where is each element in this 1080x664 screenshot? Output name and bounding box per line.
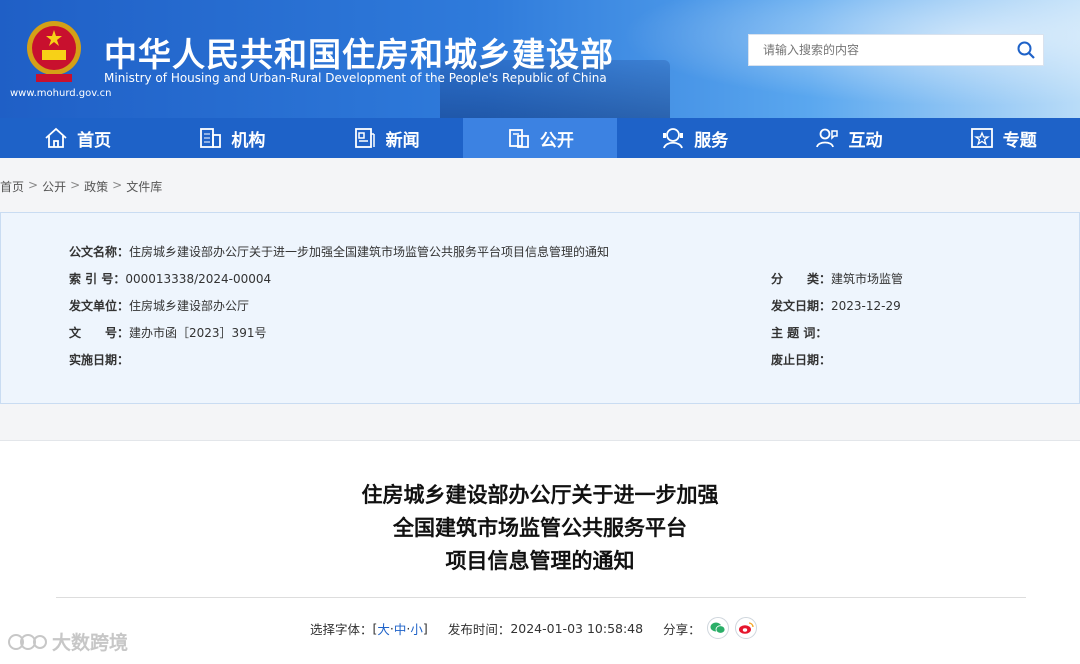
publish-time-label: 发布时间： <box>447 621 511 637</box>
site-url: www.mohurd.gov.cn <box>10 88 112 99</box>
search-box <box>748 34 1044 66</box>
article: 住房城乡建设部办公厅关于进一步加强 全国建筑市场监管公共服务平台 项目信息管理的… <box>0 440 1080 664</box>
nav-label: 新闻 <box>385 130 420 151</box>
breadcrumb-library[interactable]: 文件库 <box>126 178 162 195</box>
meta-issuer-row: 发文单位：住房城乡建设部办公厅 <box>69 297 249 314</box>
meta-label: 废止日期： <box>771 353 832 367</box>
meta-value: 000013338/2024-00004 <box>125 272 272 286</box>
nav-item-home[interactable]: 首页 <box>0 118 154 158</box>
site-title-cn[interactable]: 中华人民共和国住房和城乡建设部 <box>104 28 614 76</box>
interaction-icon <box>816 128 839 148</box>
nav-item-service[interactable]: 服务 <box>617 118 771 158</box>
meta-keywords-row: 主 题 词： <box>771 324 827 341</box>
national-emblem-icon[interactable] <box>24 18 84 88</box>
nav-label: 专题 <box>1002 130 1037 151</box>
site-title-en: Ministry of Housing and Urban-Rural Deve… <box>104 71 607 85</box>
nav-label: 公开 <box>539 130 574 151</box>
article-title-line: 项目信息管理的通知 <box>445 549 635 573</box>
meta-value: 住房城乡建设部办公厅 <box>129 299 250 313</box>
nav-label: 机构 <box>231 130 266 151</box>
article-title-line: 全国建筑市场监管公共服务平台 <box>393 516 687 540</box>
nav-item-public[interactable]: 公开 <box>462 118 618 158</box>
font-small-button[interactable]: 小 <box>410 619 423 638</box>
meta-repeal-row: 废止日期： <box>771 351 831 368</box>
news-icon <box>354 128 375 148</box>
meta-label: 索 引 号： <box>69 272 126 286</box>
nav-label: 首页 <box>77 130 112 151</box>
meta-label: 发文日期： <box>771 299 832 313</box>
breadcrumb-home[interactable]: 首页 <box>0 178 24 195</box>
main-nav: 首页 机构 新闻 公开 服务 互动 专题 <box>0 118 1080 158</box>
meta-issue-date-row: 发文日期：2023-12-29 <box>771 297 901 314</box>
font-size-label: 选择字体： <box>310 621 373 637</box>
font-medium-button[interactable]: 中 <box>394 619 407 638</box>
font-large-button[interactable]: 大 <box>377 619 390 638</box>
breadcrumb-policy[interactable]: 政策 <box>84 178 108 195</box>
meta-label: 分 类： <box>771 272 832 286</box>
meta-value: 住房城乡建设部办公厅关于进一步加强全国建筑市场监管公共服务平台项目信息管理的通知 <box>129 245 610 259</box>
topic-icon <box>970 128 993 148</box>
breadcrumb: 首页 > 公开 > 政策 > 文件库 <box>0 178 162 195</box>
meta-label: 实施日期： <box>69 353 130 367</box>
service-icon <box>663 128 684 149</box>
breadcrumb-separator: > <box>112 178 123 192</box>
nav-item-news[interactable]: 新闻 <box>309 118 463 158</box>
breadcrumb-public[interactable]: 公开 <box>42 178 66 195</box>
divider <box>56 597 1026 598</box>
document-meta-panel: 公文名称：住房城乡建设部办公厅关于进一步加强全国建筑市场监管公共服务平台项目信息… <box>0 212 1080 404</box>
nav-label: 服务 <box>694 130 729 151</box>
search-input[interactable] <box>749 35 1009 65</box>
meta-label: 发文单位： <box>69 299 130 313</box>
publish-time: 2024-01-03 10:58:48 <box>510 620 644 636</box>
watermark-logo-icon <box>8 633 47 650</box>
article-tools: 选择字体： [ 大 · 中 · 小 ] 发布时间： 2024-01-03 10:… <box>310 617 757 639</box>
watermark: 大数跨境 <box>8 628 128 655</box>
meta-label: 主 题 词： <box>771 326 828 340</box>
font-bracket: ] <box>422 620 428 636</box>
share-label: 分享： <box>663 621 701 637</box>
nav-item-topic[interactable]: 专题 <box>926 118 1080 158</box>
meta-effective-row: 实施日期： <box>69 351 129 368</box>
home-icon <box>45 127 67 148</box>
article-title-line: 住房城乡建设部办公厅关于进一步加强 <box>361 483 719 507</box>
document-icon <box>509 129 529 148</box>
meta-value: 2023-12-29 <box>831 299 901 313</box>
nav-item-interaction[interactable]: 互动 <box>771 118 925 158</box>
meta-docno-row: 文 号：建办市函［2023］391号 <box>69 324 266 341</box>
meta-index-row: 索 引 号：000013338/2024-00004 <box>69 270 271 287</box>
meta-value: 建筑市场监管 <box>831 272 904 286</box>
meta-label: 文 号： <box>69 326 130 340</box>
article-title: 住房城乡建设部办公厅关于进一步加强 全国建筑市场监管公共服务平台 项目信息管理的… <box>0 479 1080 578</box>
nav-label: 互动 <box>848 130 883 151</box>
watermark-text: 大数跨境 <box>52 632 129 654</box>
building-icon <box>200 128 222 148</box>
weibo-share-icon[interactable] <box>734 617 757 639</box>
search-icon[interactable] <box>1015 39 1037 61</box>
breadcrumb-separator: > <box>28 178 39 192</box>
meta-value: 建办市函［2023］391号 <box>129 326 267 340</box>
meta-label: 公文名称： <box>69 245 130 259</box>
wechat-share-icon[interactable] <box>706 617 729 639</box>
meta-category-row: 分 类：建筑市场监管 <box>771 270 903 287</box>
meta-name-row: 公文名称：住房城乡建设部办公厅关于进一步加强全国建筑市场监管公共服务平台项目信息… <box>69 243 609 260</box>
site-header: www.mohurd.gov.cn 中华人民共和国住房和城乡建设部 Minist… <box>0 0 1080 118</box>
breadcrumb-separator: > <box>70 178 81 192</box>
nav-item-org[interactable]: 机构 <box>154 118 308 158</box>
